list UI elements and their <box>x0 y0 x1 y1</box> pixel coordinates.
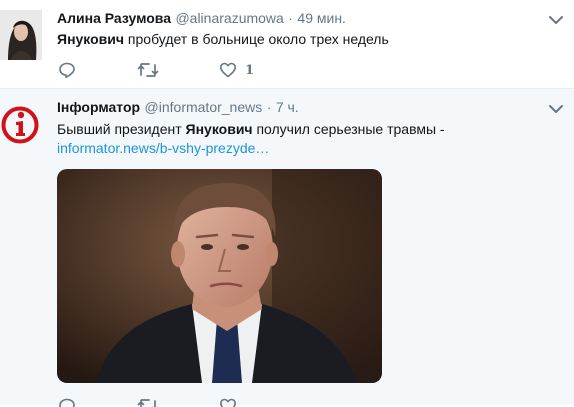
text-rest: пробудет в больнице около трех недель <box>124 31 389 47</box>
author-handle[interactable]: @informator_news <box>145 99 263 115</box>
informator-logo <box>1 106 39 144</box>
tweet-1[interactable]: Алина Разумова @alinarazumowa · 49 мин. … <box>0 0 574 89</box>
author-name[interactable]: Інформатор <box>57 99 140 115</box>
retweet-button[interactable] <box>137 397 159 407</box>
separator-dot: · <box>288 10 293 26</box>
like-button[interactable] <box>219 397 237 407</box>
text-pre: Бывший президент <box>57 121 186 137</box>
tweet-1-header: Алина Разумова @alinarazumowa · 49 мин. <box>57 10 346 28</box>
tweet-link[interactable]: informator.news/b-vshy-prezyde… <box>57 139 269 158</box>
tweet-photo[interactable] <box>57 169 382 383</box>
like-button[interactable]: 1 <box>219 61 254 79</box>
avatar-informator[interactable] <box>0 101 44 149</box>
heart-icon <box>220 398 236 407</box>
like-count: 1 <box>245 62 255 78</box>
tweet-2[interactable]: Інформатор @informator_news · 7 ч. Бывши… <box>0 89 574 407</box>
separator-dot: · <box>266 99 272 115</box>
photo <box>57 169 382 383</box>
timestamp[interactable]: 49 мин. <box>297 10 346 26</box>
avatar-photo <box>0 10 42 60</box>
tweet-2-text: Бывший президент Янукович получил серьез… <box>57 120 445 139</box>
author-name[interactable]: Алина Разумова <box>57 10 171 26</box>
tweet-1-actions: 1 <box>58 61 358 81</box>
avatar-alina[interactable] <box>0 10 42 60</box>
text-bold: Янукович <box>57 31 125 47</box>
chevron-down-icon[interactable] <box>548 14 564 26</box>
timestamp[interactable]: 7 ч. <box>276 99 299 115</box>
reply-icon <box>59 62 75 78</box>
reply-icon <box>59 398 75 407</box>
retweet-icon <box>137 63 159 77</box>
retweet-button[interactable] <box>137 61 159 79</box>
tweet-2-actions <box>58 397 358 407</box>
tweet-2-header: Інформатор @informator_news · 7 ч. <box>57 99 299 117</box>
tweet-1-text: Янукович пробудет в больнице около трех … <box>57 30 389 49</box>
reply-button[interactable] <box>58 397 76 407</box>
text-bold: Янукович <box>185 121 253 137</box>
heart-icon <box>220 62 236 78</box>
reply-button[interactable] <box>58 61 76 79</box>
text-post: получил серьезные травмы - <box>252 121 445 137</box>
author-handle[interactable]: @alinarazumowa <box>175 10 283 26</box>
chevron-down-icon[interactable] <box>548 103 564 115</box>
retweet-icon <box>137 399 159 407</box>
